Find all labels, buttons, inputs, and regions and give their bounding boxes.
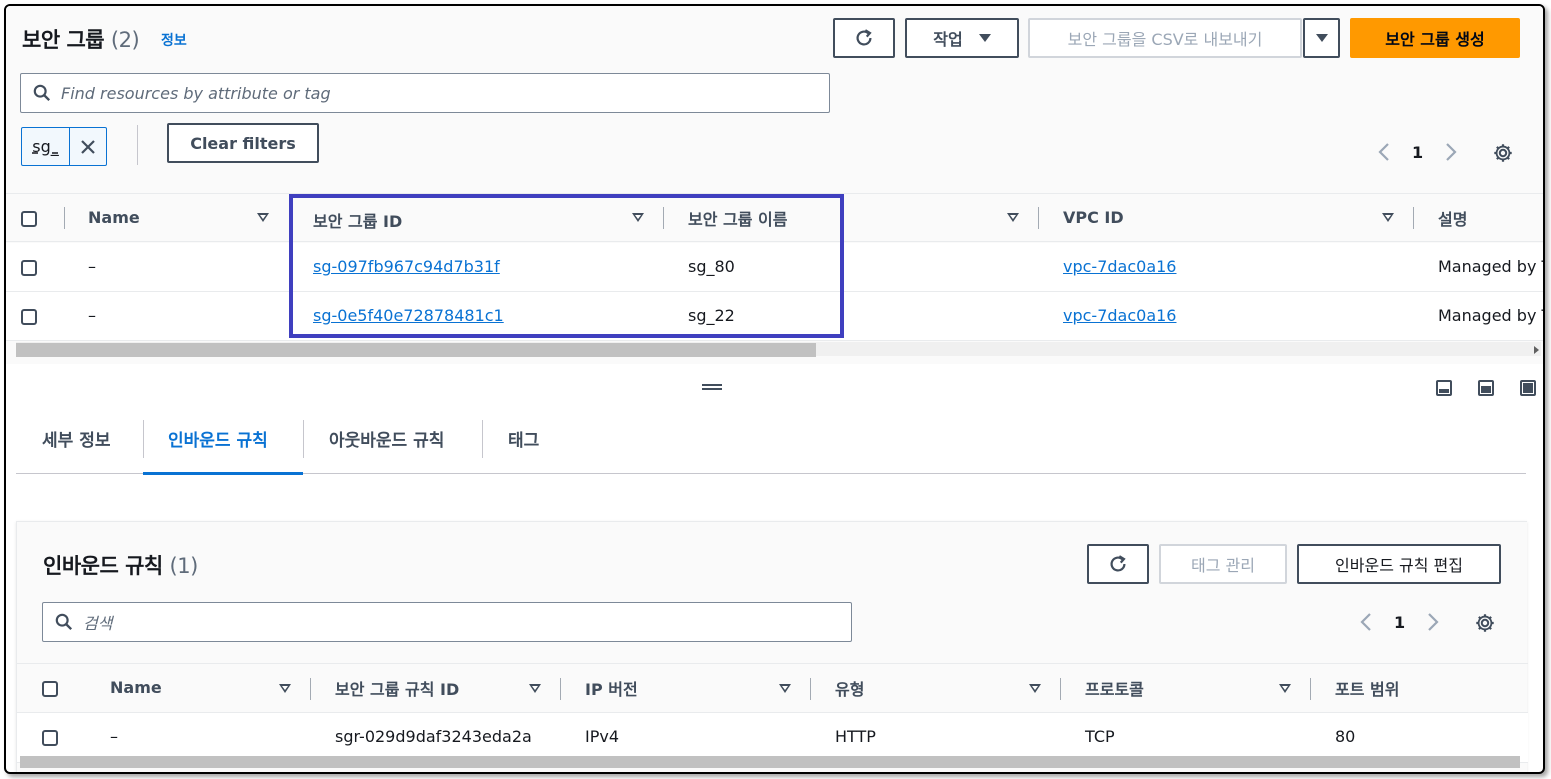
column-divider bbox=[1060, 678, 1061, 700]
column-header-name[interactable]: Name bbox=[88, 208, 140, 227]
column-divider bbox=[810, 678, 811, 700]
sort-icon[interactable] bbox=[279, 684, 291, 693]
row-checkbox[interactable] bbox=[21, 309, 37, 325]
clear-filters-button[interactable]: Clear filters bbox=[167, 123, 319, 163]
caret-down-icon bbox=[1315, 34, 1328, 42]
sort-icon[interactable] bbox=[529, 684, 541, 693]
column-divider bbox=[64, 207, 65, 229]
sort-icon[interactable] bbox=[779, 684, 791, 693]
create-security-group-button[interactable]: 보안 그룹 생성 bbox=[1350, 18, 1520, 58]
chevron-left-icon[interactable] bbox=[1360, 612, 1372, 632]
inbound-search-input[interactable]: 검색 bbox=[42, 602, 852, 642]
panel-bottom-icon[interactable] bbox=[1436, 380, 1452, 396]
tab-details[interactable]: 세부 정보 bbox=[42, 426, 110, 451]
inbound-table-header: Name 보안 그룹 규칙 ID IP 버전 유형 프로토콜 포트 범위 bbox=[17, 663, 1528, 713]
cell-vpc-link[interactable]: vpc-7dac0a16 bbox=[1063, 306, 1176, 325]
select-all-checkbox[interactable] bbox=[42, 681, 58, 697]
divider bbox=[137, 125, 138, 165]
close-icon bbox=[81, 139, 95, 154]
sort-icon[interactable] bbox=[1279, 684, 1291, 693]
column-divider bbox=[310, 678, 311, 700]
row-checkbox[interactable] bbox=[42, 730, 58, 746]
split-panel-handle[interactable] bbox=[702, 384, 722, 390]
page-number[interactable]: 1 bbox=[1412, 143, 1423, 162]
app-window: 보안 그룹 (2) 정보 작업 보안 그룹을 CSV로 내보내기 보안 그룹 생… bbox=[4, 4, 1545, 774]
page-number[interactable]: 1 bbox=[1394, 613, 1405, 632]
row-checkbox[interactable] bbox=[21, 260, 37, 276]
column-header-ip-version[interactable]: IP 버전 bbox=[585, 676, 638, 700]
search-icon bbox=[55, 613, 73, 635]
pagination: 1 bbox=[1378, 142, 1457, 162]
horizontal-scrollbar[interactable] bbox=[20, 756, 1520, 768]
column-divider bbox=[1038, 207, 1039, 229]
gear-icon[interactable] bbox=[1492, 142, 1514, 164]
column-header-rule-id[interactable]: 보안 그룹 규칙 ID bbox=[335, 676, 459, 700]
tab-divider bbox=[303, 420, 304, 458]
page-title: 보안 그룹 (2) bbox=[22, 28, 140, 52]
inbound-rules-panel: 인바운드 규칙 (1) 태그 관리 인바운드 규칙 편집 검색 1 Name 보… bbox=[16, 521, 1528, 772]
column-header-vpc-id[interactable]: VPC ID bbox=[1063, 208, 1124, 227]
tab-outbound-rules[interactable]: 아웃바운드 규칙 bbox=[329, 426, 444, 451]
refresh-button[interactable] bbox=[833, 18, 895, 58]
gear-icon[interactable] bbox=[1474, 612, 1496, 634]
column-header-protocol[interactable]: 프로토콜 bbox=[1085, 676, 1144, 700]
manage-tags-button[interactable]: 태그 관리 bbox=[1159, 544, 1287, 584]
chevron-right-icon[interactable] bbox=[1445, 142, 1457, 162]
cell-name: – bbox=[88, 257, 96, 276]
tab-inbound-rules[interactable]: 인바운드 규칙 bbox=[168, 426, 268, 451]
refresh-button[interactable] bbox=[1087, 544, 1149, 584]
cell-description: Managed by T bbox=[1438, 257, 1545, 276]
tab-tags[interactable]: 태그 bbox=[508, 426, 539, 451]
cell-name: – bbox=[110, 727, 118, 746]
column-header-description[interactable]: 설명 bbox=[1438, 206, 1467, 230]
remove-filter-button[interactable] bbox=[69, 128, 106, 165]
scroll-right-icon[interactable] bbox=[1534, 346, 1539, 354]
actions-dropdown[interactable]: 작업 bbox=[905, 18, 1019, 58]
horizontal-scrollbar[interactable] bbox=[16, 342, 1541, 357]
edit-inbound-rules-button[interactable]: 인바운드 규칙 편집 bbox=[1297, 544, 1501, 584]
filter-token-label: sg_ bbox=[32, 137, 59, 156]
inbound-pagination: 1 bbox=[1360, 612, 1439, 632]
active-tab-indicator bbox=[143, 472, 303, 475]
sort-icon[interactable] bbox=[1382, 213, 1394, 222]
panel-side-icon[interactable] bbox=[1478, 380, 1494, 396]
export-csv-button[interactable]: 보안 그룹을 CSV로 내보내기 bbox=[1028, 18, 1302, 58]
export-options-dropdown[interactable] bbox=[1303, 18, 1340, 58]
chevron-right-icon[interactable] bbox=[1427, 612, 1439, 632]
sort-icon[interactable] bbox=[257, 213, 269, 222]
refresh-icon bbox=[1110, 555, 1126, 572]
cell-rule-id: sgr-029d9daf3243eda2a bbox=[335, 727, 532, 746]
column-header-port-range[interactable]: 포트 범위 bbox=[1335, 676, 1399, 700]
filter-token: sg_ bbox=[21, 127, 107, 166]
sort-icon[interactable] bbox=[1029, 684, 1041, 693]
cell-port-range: 80 bbox=[1335, 727, 1356, 746]
column-header-name[interactable]: Name bbox=[110, 678, 162, 697]
refresh-icon bbox=[856, 29, 872, 46]
column-header-type[interactable]: 유형 bbox=[835, 676, 864, 700]
scrollbar-thumb[interactable] bbox=[16, 343, 816, 357]
info-link[interactable]: 정보 bbox=[161, 30, 187, 50]
cell-ip-version: IPv4 bbox=[585, 727, 620, 746]
highlight-box bbox=[289, 194, 844, 338]
search-icon bbox=[33, 84, 51, 106]
sort-icon[interactable] bbox=[1007, 213, 1019, 222]
column-divider bbox=[560, 678, 561, 700]
chevron-left-icon[interactable] bbox=[1378, 142, 1390, 162]
cell-type: HTTP bbox=[835, 727, 876, 746]
select-all-checkbox[interactable] bbox=[21, 211, 37, 227]
column-divider bbox=[1413, 207, 1414, 229]
panel-full-icon[interactable] bbox=[1520, 380, 1536, 396]
cell-vpc-link[interactable]: vpc-7dac0a16 bbox=[1063, 257, 1176, 276]
cell-description: Managed by T bbox=[1438, 306, 1545, 325]
tab-divider bbox=[143, 420, 144, 458]
search-input[interactable]: Find resources by attribute or tag bbox=[20, 73, 830, 113]
caret-down-icon bbox=[978, 34, 991, 42]
cell-name: – bbox=[88, 306, 96, 325]
column-divider bbox=[1310, 678, 1311, 700]
security-groups-panel: 보안 그룹 (2) 정보 작업 보안 그룹을 CSV로 내보내기 보안 그룹 생… bbox=[6, 6, 1545, 364]
cell-protocol: TCP bbox=[1085, 727, 1115, 746]
inbound-rules-title: 인바운드 규칙 (1) bbox=[43, 554, 198, 578]
tab-divider bbox=[482, 420, 483, 458]
